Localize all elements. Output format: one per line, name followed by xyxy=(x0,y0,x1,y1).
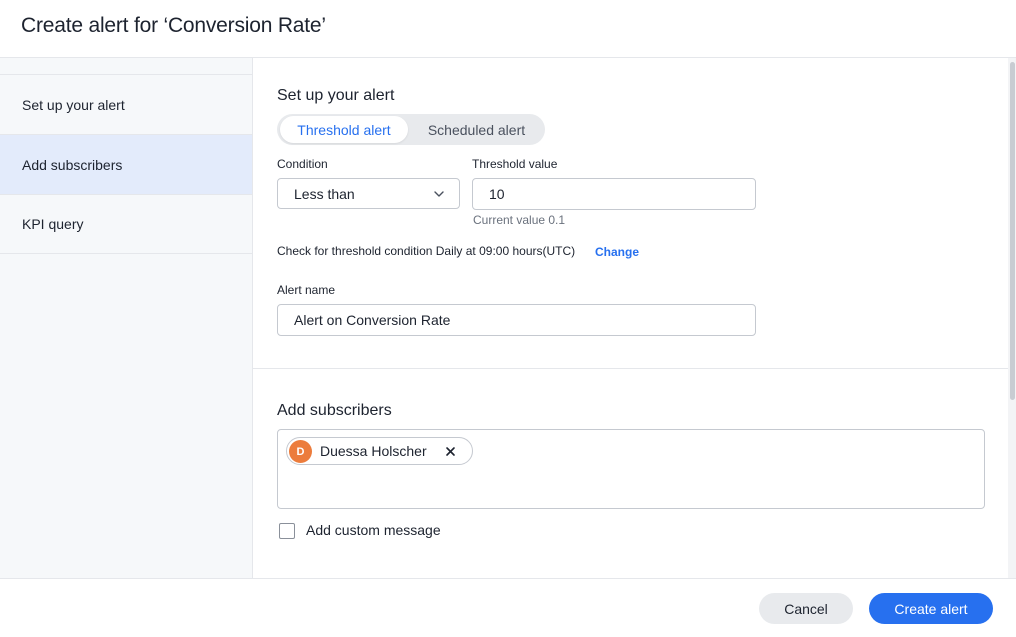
section-divider xyxy=(253,368,1008,369)
sidebar: Set up your alert Add subscribers KPI qu… xyxy=(0,58,253,578)
avatar: D xyxy=(289,440,312,463)
sidebar-item-setup[interactable]: Set up your alert xyxy=(0,74,252,134)
custom-message-checkbox[interactable] xyxy=(279,523,295,539)
scrollbar-thumb[interactable] xyxy=(1010,62,1015,400)
subscribers-section-title: Add subscribers xyxy=(277,402,392,419)
threshold-label: Threshold value xyxy=(472,157,558,171)
alert-name-label: Alert name xyxy=(277,283,336,297)
condition-label: Condition xyxy=(277,157,328,171)
subscriber-chip: D Duessa Holscher xyxy=(286,437,473,465)
alert-name-input[interactable]: Alert on Conversion Rate xyxy=(277,304,756,336)
sidebar-item-label: Set up your alert xyxy=(22,96,125,113)
close-icon[interactable] xyxy=(444,445,457,458)
threshold-alert-option[interactable]: Threshold alert xyxy=(280,116,408,143)
sidebar-item-subscribers[interactable]: Add subscribers xyxy=(0,134,252,194)
threshold-value: 10 xyxy=(489,186,505,202)
create-alert-button[interactable]: Create alert xyxy=(869,593,993,624)
scheduled-alert-option[interactable]: Scheduled alert xyxy=(411,116,542,143)
scrollbar[interactable] xyxy=(1008,58,1016,578)
subscriber-name: Duessa Holscher xyxy=(320,443,427,459)
threshold-value-input[interactable]: 10 xyxy=(472,178,756,210)
dialog-header: Create alert for ‘Conversion Rate’ xyxy=(0,0,1016,58)
chevron-down-icon xyxy=(434,191,444,197)
change-schedule-link[interactable]: Change xyxy=(595,245,639,259)
alert-name-value: Alert on Conversion Rate xyxy=(294,312,451,328)
current-value-hint: Current value 0.1 xyxy=(473,213,566,227)
sidebar-item-label: KPI query xyxy=(22,216,84,232)
alert-type-toggle: Threshold alert Scheduled alert xyxy=(277,114,545,145)
main-content: Set up your alert Threshold alert Schedu… xyxy=(253,58,1008,578)
subscribers-input[interactable]: D Duessa Holscher xyxy=(277,429,985,509)
setup-section-title: Set up your alert xyxy=(277,87,395,104)
sidebar-item-kpi-query[interactable]: KPI query xyxy=(0,194,252,254)
dialog-footer: Cancel Create alert xyxy=(0,578,1016,637)
dialog-title: Create alert for ‘Conversion Rate’ xyxy=(21,14,326,37)
condition-select[interactable]: Less than xyxy=(277,178,460,209)
custom-message-label: Add custom message xyxy=(306,522,441,538)
condition-value: Less than xyxy=(294,185,355,202)
cancel-button[interactable]: Cancel xyxy=(759,593,853,624)
create-alert-dialog: Create alert for ‘Conversion Rate’ Set u… xyxy=(0,0,1016,637)
schedule-text: Check for threshold condition Daily at 0… xyxy=(277,244,576,258)
sidebar-item-label: Add subscribers xyxy=(22,156,123,173)
